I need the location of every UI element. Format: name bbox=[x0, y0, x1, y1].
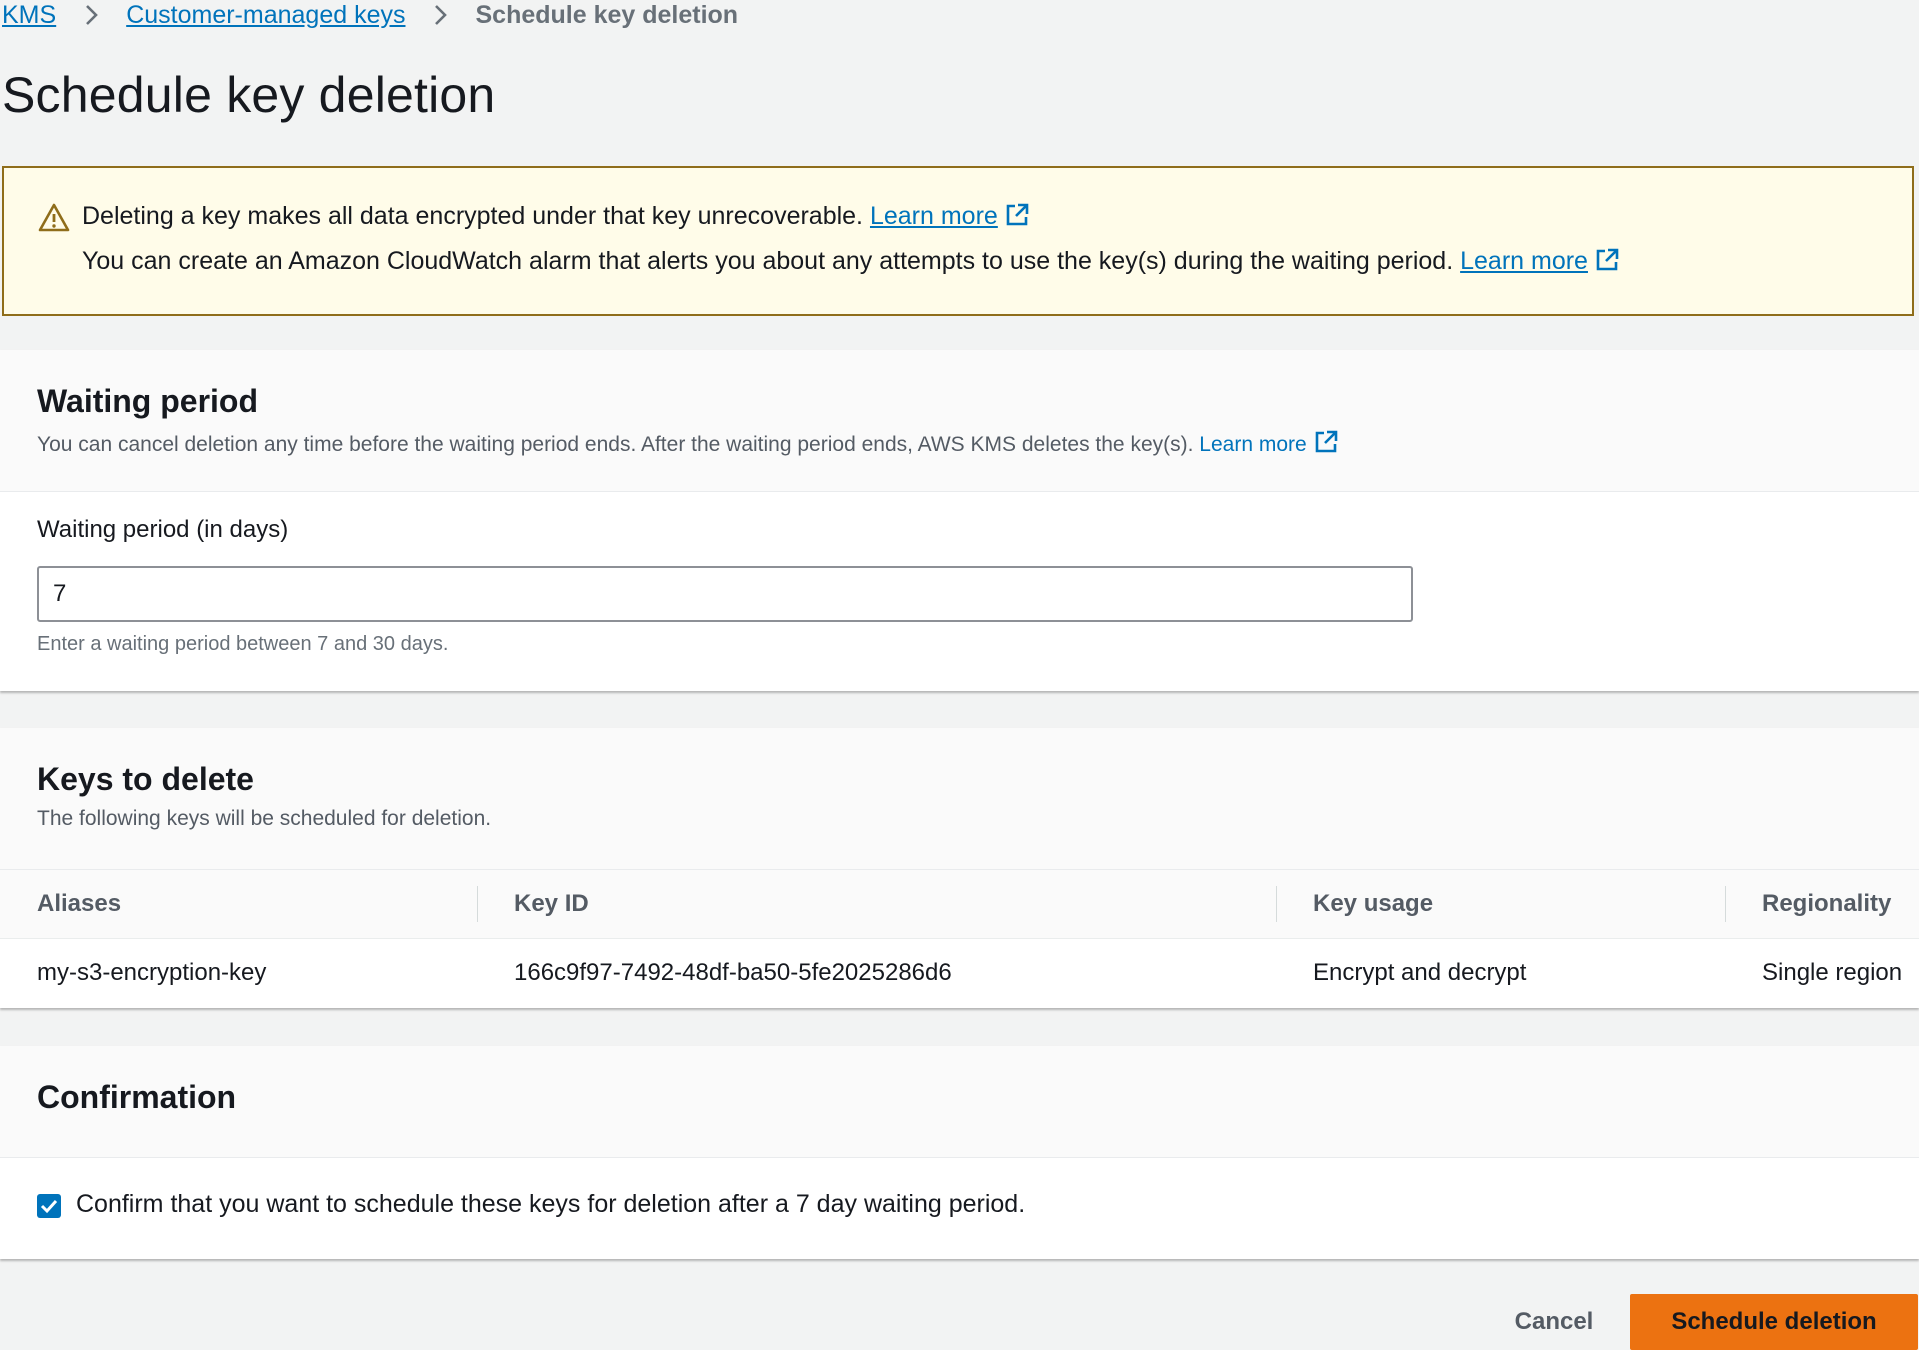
waiting-period-description-text: You can cancel deletion any time before … bbox=[37, 433, 1194, 456]
breadcrumb-customer-managed-keys-link[interactable]: Customer-managed keys bbox=[126, 1, 405, 30]
external-link-icon[interactable] bbox=[1313, 429, 1339, 455]
waiting-period-input[interactable] bbox=[37, 566, 1413, 622]
external-link-icon[interactable] bbox=[1594, 247, 1620, 273]
table-row: my-s3-encryption-key 166c9f97-7492-48df-… bbox=[0, 939, 1919, 1008]
breadcrumb-kms-link[interactable]: KMS bbox=[2, 1, 56, 30]
column-header-key-id-label: Key ID bbox=[514, 890, 589, 917]
cell-regionality: Single region bbox=[1762, 959, 1903, 986]
cell-key-usage: Encrypt and decrypt bbox=[1313, 959, 1527, 986]
alert-learn-more-link-2[interactable]: Learn more bbox=[1460, 247, 1588, 275]
checkmark-icon bbox=[40, 1199, 58, 1214]
breadcrumb-current: Schedule key deletion bbox=[475, 0, 739, 29]
confirmation-title: Confirmation bbox=[37, 1079, 237, 1115]
alert-text-2: You can create an Amazon CloudWatch alar… bbox=[82, 247, 1454, 275]
keys-to-delete-panel: Keys to delete The following keys will b… bbox=[0, 728, 1919, 1008]
column-header-regionality-label: Regionality bbox=[1762, 890, 1892, 917]
column-header-aliases: Aliases bbox=[0, 870, 477, 939]
waiting-period-description: You can cancel deletion any time before … bbox=[37, 429, 1339, 457]
waiting-period-learn-more-link[interactable]: Learn more bbox=[1199, 433, 1306, 456]
alert-line-2: You can create an Amazon CloudWatch alar… bbox=[82, 247, 1620, 276]
cell-alias: my-s3-encryption-key bbox=[37, 959, 267, 986]
chevron-right-icon bbox=[435, 5, 448, 25]
waiting-period-header: Waiting period You can cancel deletion a… bbox=[0, 350, 1919, 492]
cell-key-id: 166c9f97-7492-48df-ba50-5fe2025286d6 bbox=[514, 959, 952, 986]
confirm-checkbox-label[interactable]: Confirm that you want to schedule these … bbox=[76, 1190, 1025, 1219]
waiting-period-title: Waiting period bbox=[37, 383, 259, 419]
alert-learn-more-link-1[interactable]: Learn more bbox=[870, 202, 998, 230]
keys-to-delete-title: Keys to delete bbox=[37, 761, 254, 797]
keys-table: Aliases Key ID Key usage Regionality my-… bbox=[0, 870, 1919, 1007]
confirmation-header: Confirmation bbox=[0, 1046, 1919, 1158]
page-title: Schedule key deletion bbox=[2, 67, 496, 123]
column-header-key-usage: Key usage bbox=[1276, 870, 1725, 939]
breadcrumb: KMS Customer-managed keys Schedule key d… bbox=[2, 0, 738, 30]
keys-to-delete-header: Keys to delete The following keys will b… bbox=[0, 728, 1919, 870]
keys-to-delete-description: The following keys will be scheduled for… bbox=[37, 807, 492, 830]
column-header-regionality: Regionality bbox=[1725, 870, 1919, 939]
warning-alert: Deleting a key makes all data encrypted … bbox=[2, 166, 1914, 316]
column-header-key-id: Key ID bbox=[477, 870, 1276, 939]
external-link-icon[interactable] bbox=[1004, 202, 1030, 228]
waiting-period-label: Waiting period (in days) bbox=[37, 516, 289, 543]
table-header-row: Aliases Key ID Key usage Regionality bbox=[0, 870, 1919, 939]
chevron-right-icon bbox=[86, 5, 99, 25]
confirm-checkbox[interactable] bbox=[37, 1194, 61, 1218]
waiting-period-hint: Enter a waiting period between 7 and 30 … bbox=[37, 633, 449, 655]
alert-line-1: Deleting a key makes all data encrypted … bbox=[82, 202, 1030, 231]
column-header-key-usage-label: Key usage bbox=[1313, 890, 1434, 917]
alert-text-1: Deleting a key makes all data encrypted … bbox=[82, 202, 864, 230]
cancel-button[interactable]: Cancel bbox=[1494, 1294, 1614, 1350]
warning-icon bbox=[38, 203, 70, 232]
schedule-deletion-button[interactable]: Schedule deletion bbox=[1630, 1294, 1918, 1350]
confirmation-panel: Confirmation bbox=[0, 1046, 1919, 1259]
